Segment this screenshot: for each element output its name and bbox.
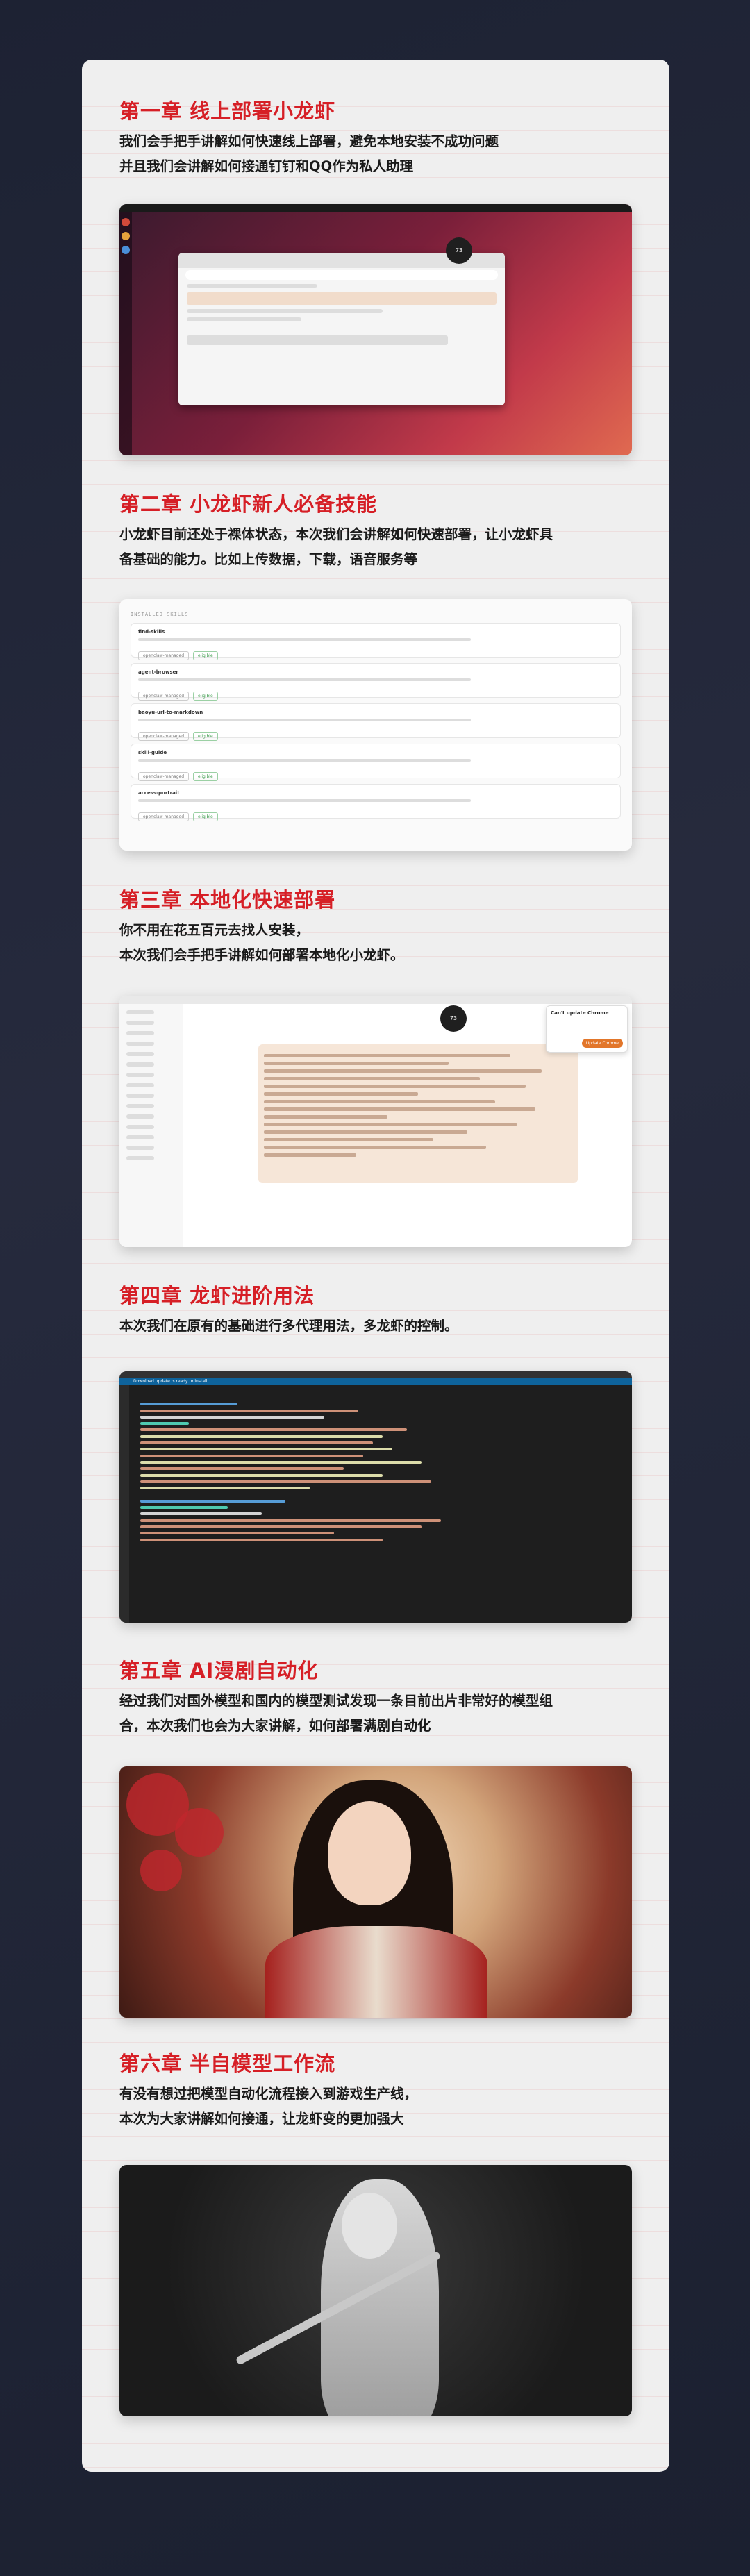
image-3d-model [119, 2165, 632, 2416]
chapter-desc-line: 合，本次我们也会为大家讲解，如何部署满剧自动化 [119, 1718, 431, 1734]
chapter-desc: 经过我们对国外模型和国内的模型测试发现一条目前出片非常好的模型组 合，本次我们也… [119, 1689, 633, 1739]
chapter-desc-line: 本次为大家讲解如何接通，让龙虾变的更加强大 [119, 2111, 404, 2127]
app-sidebar [119, 1004, 183, 1247]
chapter-5: 第五章 AI漫剧自动化 经过我们对国外模型和国内的模型测试发现一条目前出片非常好… [119, 1657, 633, 1739]
chapter-title: 第六章 半自模型工作流 [119, 2052, 336, 2075]
screenshot-online-deploy: 73 [119, 204, 632, 455]
tag: eligible [193, 651, 218, 660]
app-icon [122, 218, 130, 226]
session-bubble: 73 [446, 237, 472, 264]
image-ai-character [119, 1766, 632, 2018]
tag: eligible [193, 812, 218, 821]
tag: openclaw-managed [138, 812, 189, 821]
screenshot-local-deploy: 73 Can't update Chrome Update Chrome [119, 996, 632, 1247]
character-face [328, 1801, 411, 1905]
tag: eligible [193, 732, 218, 741]
tag: eligible [193, 772, 218, 781]
skills-header: INSTALLED SKILLS [131, 612, 189, 617]
activity-bar [119, 1385, 129, 1623]
chapter-3: 第三章 本地化快速部署 你不用在花五百元去找人安装， 本次我们会手把手讲解如何部… [119, 886, 633, 968]
skill-card: find-skills openclaw-managed eligible [131, 623, 621, 660]
screenshot-code-editor: Download update is ready to install [119, 1371, 632, 1623]
tag: eligible [193, 692, 218, 701]
skill-card: agent-browser openclaw-managed eligible [131, 663, 621, 701]
chapter-desc-line: 小龙虾目前还处于裸体状态，本次我们会讲解如何快速部署，让小龙虾具 [119, 526, 553, 542]
screenshot-skills: INSTALLED SKILLS find-skills openclaw-ma… [119, 599, 632, 851]
chapter-desc: 我们会手把手讲解如何快速线上部署，避免本地安装不成功问题 并且我们会讲解如何接通… [119, 129, 633, 179]
skill-name: access-portrait [138, 790, 180, 796]
chapter-title: 第一章 线上部署小龙虾 [119, 99, 336, 123]
editor-titlebar [119, 1371, 632, 1378]
chapter-desc: 有没有想过把模型自动化流程接入到游戏生产线， 本次为大家讲解如何接通，让龙虾变的… [119, 2082, 633, 2132]
update-chrome-button[interactable]: Update Chrome [581, 1039, 623, 1048]
chat-message [258, 1044, 578, 1183]
code-area [140, 1399, 625, 1617]
skill-card: access-portrait openclaw-managed eligible [131, 784, 621, 821]
tag: openclaw-managed [138, 732, 189, 741]
tag: openclaw-managed [138, 651, 189, 660]
session-bubble: 73 [440, 1005, 467, 1032]
chapter-desc: 你不用在花五百元去找人安装， 本次我们会手把手讲解如何部署本地化小龙虾。 [119, 918, 633, 968]
chapter-desc: 本次我们在原有的基础进行多代理用法，多龙虾的控制。 [119, 1314, 633, 1339]
tag: openclaw-managed [138, 772, 189, 781]
skill-card: baoyu-url-to-markdown openclaw-managed el… [131, 703, 621, 741]
content-card: 第一章 线上部署小龙虾 我们会手把手讲解如何快速线上部署，避免本地安装不成功问题… [82, 60, 669, 2472]
model-head [342, 2193, 397, 2259]
chapter-2: 第二章 小龙虾新人必备技能 小龙虾目前还处于裸体状态，本次我们会讲解如何快速部署… [119, 490, 633, 572]
chapter-desc-line: 并且我们会讲解如何接通钉钉和QQ作为私人助理 [119, 158, 414, 174]
chapter-desc-line: 我们会手把手讲解如何快速线上部署，避免本地安装不成功问题 [119, 133, 499, 149]
skill-name: find-skills [138, 629, 165, 635]
chapter-1: 第一章 线上部署小龙虾 我们会手把手讲解如何快速线上部署，避免本地安装不成功问题… [119, 97, 633, 179]
desktop-topbar [119, 204, 632, 212]
chapter-title: 第二章 小龙虾新人必备技能 [119, 492, 378, 516]
chapter-4: 第四章 龙虾进阶用法 本次我们在原有的基础进行多代理用法，多龙虾的控制。 [119, 1282, 633, 1339]
browser-tabbar [119, 996, 632, 1004]
chapter-desc-line: 有没有想过把模型自动化流程接入到游戏生产线， [119, 2086, 418, 2102]
skill-card: skill-guide openclaw-managed eligible [131, 744, 621, 781]
chapter-title: 第三章 本地化快速部署 [119, 888, 336, 912]
chapter-title: 第四章 龙虾进阶用法 [119, 1284, 315, 1307]
chrome-icon [122, 246, 130, 254]
chapter-desc-line: 经过我们对国外模型和国内的模型测试发现一条目前出片非常好的模型组 [119, 1693, 553, 1709]
chapter-title: 第五章 AI漫剧自动化 [119, 1659, 319, 1682]
chapter-desc: 小龙虾目前还处于裸体状态，本次我们会讲解如何快速部署，让小龙虾具 备基础的能力。… [119, 522, 633, 572]
chapter-desc-line: 本次我们会手把手讲解如何部署本地化小龙虾。 [119, 947, 404, 963]
skill-name: baoyu-url-to-markdown [138, 710, 203, 715]
character-robe [265, 1926, 488, 2018]
address-bar [185, 270, 498, 280]
update-popup: Can't update Chrome Update Chrome [546, 1005, 628, 1053]
chapter-6: 第六章 半自模型工作流 有没有想过把模型自动化流程接入到游戏生产线， 本次为大家… [119, 2050, 633, 2132]
update-banner: Download update is ready to install [119, 1378, 632, 1385]
tag: openclaw-managed [138, 692, 189, 701]
chapter-desc-line: 备基础的能力。比如上传数据，下载，语音服务等 [119, 551, 418, 567]
popup-title: Can't update Chrome [551, 1010, 609, 1016]
desktop-dock [119, 212, 132, 455]
browser-window [178, 253, 505, 405]
app-icon [122, 232, 130, 240]
chapter-desc-line: 本次我们在原有的基础进行多代理用法，多龙虾的控制。 [119, 1318, 458, 1334]
skill-name: agent-browser [138, 669, 178, 675]
chapter-desc-line: 你不用在花五百元去找人安装， [119, 922, 310, 938]
skill-name: skill-guide [138, 750, 167, 755]
